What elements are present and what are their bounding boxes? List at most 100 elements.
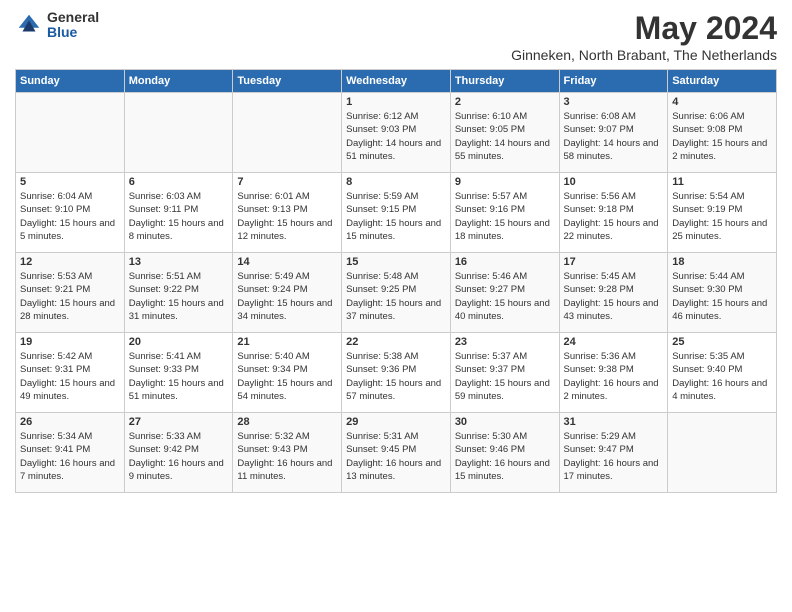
day-number: 31 [564,416,664,428]
day-number: 22 [346,336,446,348]
col-wednesday: Wednesday [342,70,451,93]
month-title: May 2024 [511,10,777,47]
day-info-line: Sunset: 9:10 PM [20,204,90,215]
day-number: 9 [455,176,555,188]
day-info: Sunrise: 5:54 AMSunset: 9:19 PMDaylight:… [672,190,772,243]
day-info-line: Sunrise: 5:45 AM [564,271,636,282]
day-info-line: Sunset: 9:07 PM [564,124,634,135]
calendar-cell: 2Sunrise: 6:10 AMSunset: 9:05 PMDaylight… [450,93,559,173]
day-info-line: Daylight: 14 hours and 55 minutes. [455,138,550,162]
header-row: Sunday Monday Tuesday Wednesday Thursday… [16,70,777,93]
day-info: Sunrise: 5:46 AMSunset: 9:27 PMDaylight:… [455,270,555,323]
day-info-line: Daylight: 16 hours and 9 minutes. [129,458,224,482]
day-info-line: Daylight: 15 hours and 8 minutes. [129,218,224,242]
day-info-line: Sunset: 9:47 PM [564,444,634,455]
calendar-cell: 10Sunrise: 5:56 AMSunset: 9:18 PMDayligh… [559,173,668,253]
day-info: Sunrise: 6:10 AMSunset: 9:05 PMDaylight:… [455,110,555,163]
day-info: Sunrise: 6:04 AMSunset: 9:10 PMDaylight:… [20,190,120,243]
day-number: 11 [672,176,772,188]
day-info-line: Daylight: 15 hours and 57 minutes. [346,378,441,402]
day-info: Sunrise: 5:41 AM Sunset: 9:33 PM Daylight:… [129,350,229,403]
page: General Blue May 2024 Ginneken, North Br… [0,0,792,612]
day-number: 8 [346,176,446,188]
calendar-cell: 12Sunrise: 5:53 AMSunset: 9:21 PMDayligh… [16,253,125,333]
day-number: 17 [564,256,664,268]
calendar-cell: 24Sunrise: 5:36 AMSunset: 9:38 PMDayligh… [559,333,668,413]
col-tuesday: Tuesday [233,70,342,93]
day-info-line: Sunrise: 5:48 AM [346,271,418,282]
day-info-line: Sunrise: 5:56 AM [564,191,636,202]
calendar-cell: 13Sunrise: 5:51 AMSunset: 9:22 PMDayligh… [124,253,233,333]
col-monday: Monday [124,70,233,93]
day-info: Sunrise: 5:33 AMSunset: 9:42 PMDaylight:… [129,430,229,483]
day-number: 4 [672,96,772,108]
day-info-line: Daylight: 16 hours and 17 minutes. [564,458,659,482]
day-number: 16 [455,256,555,268]
day-number: 30 [455,416,555,428]
day-info-line: Sunset: 9:16 PM [455,204,525,215]
day-info-line: Sunrise: 5:38 AM [346,351,418,362]
day-info-line: Sunset: 9:34 PM [237,364,307,375]
day-info-line: Sunset: 9:11 PM [129,204,199,215]
day-info: Sunrise: 5:30 AMSunset: 9:46 PMDaylight:… [455,430,555,483]
title-area: May 2024 Ginneken, North Brabant, The Ne… [511,10,777,63]
calendar-cell: 1Sunrise: 6:12 AMSunset: 9:03 PMDaylight… [342,93,451,173]
day-info-line: Daylight: 15 hours and 59 minutes. [455,378,550,402]
day-number: 14 [237,256,337,268]
day-info-line: Daylight: 15 hours and 51 minutes. [129,378,224,402]
calendar-cell: 27 Sunrise: 5:33 AMSunset: 9:42 PMDayligh… [124,413,233,493]
calendar-cell: 6Sunrise: 6:03 AMSunset: 9:11 PMDaylight… [124,173,233,253]
day-info-line: Sunrise: 6:10 AM [455,111,527,122]
day-info: Sunrise: 5:42 AMSunset: 9:31 PMDaylight:… [20,350,120,403]
calendar-cell: 16 Sunrise: 5:46 AMSunset: 9:27 PMDayligh… [450,253,559,333]
week-row-4: 19Sunrise: 5:42 AMSunset: 9:31 PMDayligh… [16,333,777,413]
day-info: Sunrise: 5:48 AMSunset: 9:25 PMDaylight:… [346,270,446,323]
calendar-cell: 8Sunrise: 5:59 AMSunset: 9:15 PMDaylight… [342,173,451,253]
logo: General Blue [15,10,99,41]
calendar-cell: 5Sunrise: 6:04 AMSunset: 9:10 PMDaylight… [16,173,125,253]
day-number: 27 [129,416,229,428]
week-row-5: 26Sunrise: 5:34 AMSunset: 9:41 PMDayligh… [16,413,777,493]
calendar-cell: 25Sunrise: 5:35 AMSunset: 9:40 PMDayligh… [668,333,777,413]
day-info-line: Sunrise: 6:06 AM [672,111,744,122]
day-info-line: Sunrise: 6:08 AM [564,111,636,122]
day-number: 26 [20,416,120,428]
calendar-cell: 18Sunrise: 5:44 AMSunset: 9:30 PMDayligh… [668,253,777,333]
day-info-line: Daylight: 15 hours and 28 minutes. [20,298,115,322]
logo-general: General [47,10,99,25]
day-info-line: Daylight: 15 hours and 54 minutes. [237,378,332,402]
day-info-line: Sunset: 9:45 PM [346,444,416,455]
calendar-cell [124,93,233,173]
day-info-line: Sunset: 9:21 PM [20,284,90,295]
day-info-line: Sunrise: 5:40 AM [237,351,309,362]
day-info-line: Sunrise: 5:54 AM [672,191,744,202]
day-info: Sunrise: 5:31 AMSunset: 9:45 PMDaylight:… [346,430,446,483]
day-number: 20 [129,336,229,348]
calendar-cell: 15Sunrise: 5:48 AMSunset: 9:25 PMDayligh… [342,253,451,333]
calendar-cell: 21Sunrise: 5:40 AMSunset: 9:34 PMDayligh… [233,333,342,413]
day-info: Sunrise: 5:51 AMSunset: 9:22 PMDaylight:… [129,270,229,323]
day-info-line: Sunrise: 5:29 AM [564,431,636,442]
calendar-cell: 7Sunrise: 6:01 AMSunset: 9:13 PMDaylight… [233,173,342,253]
day-number: 3 [564,96,664,108]
day-info-line: Sunrise: 5:33 AM [129,431,201,442]
calendar-cell: 19Sunrise: 5:42 AMSunset: 9:31 PMDayligh… [16,333,125,413]
week-row-2: 5Sunrise: 6:04 AMSunset: 9:10 PMDaylight… [16,173,777,253]
day-info-line: Sunset: 9:03 PM [346,124,416,135]
day-number: 10 [564,176,664,188]
calendar-cell: 29Sunrise: 5:31 AMSunset: 9:45 PMDayligh… [342,413,451,493]
day-info-line: Daylight: 15 hours and 12 minutes. [237,218,332,242]
day-info-line: Sunset: 9:22 PM [129,284,199,295]
logo-icon [15,11,43,39]
day-info-line: Sunset: 9:37 PM [455,364,525,375]
day-info-line: Daylight: 15 hours and 2 minutes. [672,138,767,162]
day-info-line: Sunrise: 5:41 AM [129,351,201,362]
day-info-line: Sunrise: 6:01 AM [237,191,309,202]
day-info-line: Sunrise: 6:12 AM [346,111,418,122]
day-info-line: Sunset: 9:15 PM [346,204,416,215]
calendar-cell: 28Sunrise: 5:32 AMSunset: 9:43 PMDayligh… [233,413,342,493]
day-info-line: Sunset: 9:33 PM [129,364,199,375]
day-info-line: Sunrise: 5:32 AM [237,431,309,442]
day-info-line: Sunrise: 5:35 AM [672,351,744,362]
calendar-cell [668,413,777,493]
